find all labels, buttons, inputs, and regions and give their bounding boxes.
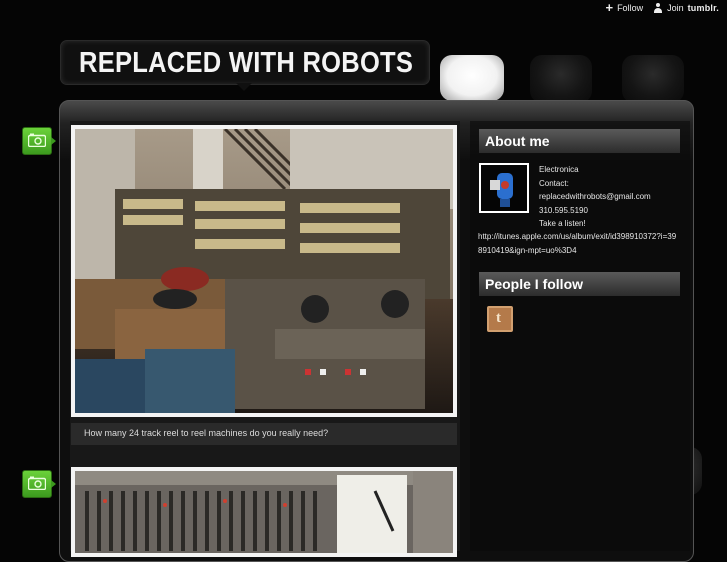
photo-post-badge[interactable] [22, 470, 56, 498]
camera-icon [28, 133, 46, 147]
follow-label: Follow [617, 3, 644, 13]
top-bar: + Follow Join tumblr. [605, 0, 719, 15]
post-photo[interactable] [71, 467, 457, 557]
itunes-link[interactable]: http://itunes.apple.com/us/album/exit/id… [478, 230, 678, 258]
blog-title-box[interactable]: REPLACED WITH ROBOTS [60, 40, 430, 85]
about-heading: About me [485, 133, 550, 149]
plus-icon: + [605, 0, 614, 15]
about-heading-bar: About me [479, 129, 680, 153]
post-caption: How many 24 track reel to reel machines … [84, 428, 329, 438]
about-contact-label: Contact: [539, 178, 569, 188]
join-label: Join [667, 3, 684, 13]
tape-machines-photo [75, 129, 453, 413]
post-photo[interactable] [71, 125, 457, 417]
bg-tile [440, 55, 504, 101]
photo-post-badge[interactable] [22, 127, 56, 155]
post-caption-bar: How many 24 track reel to reel machines … [71, 423, 457, 445]
following-heading-bar: People I follow [479, 272, 680, 296]
about-listen: Take a listen! [539, 219, 586, 228]
camera-icon [28, 476, 46, 490]
title-pointer [236, 83, 252, 91]
user-icon [653, 3, 663, 13]
about-email[interactable]: replacedwithrobots@gmail.com [539, 190, 651, 204]
bg-tile [622, 55, 684, 103]
tumblr-brand: tumblr. [687, 3, 719, 13]
followed-blog-tumblr-t-icon[interactable] [487, 306, 513, 332]
avatar-image [481, 165, 527, 211]
mixing-console-photo [75, 471, 453, 553]
about-text: Electronica Contact: replacedwithrobots@… [539, 163, 651, 231]
about-genre: Electronica [539, 165, 579, 174]
avatar[interactable] [479, 163, 529, 213]
following-heading: People I follow [485, 276, 584, 292]
blog-title[interactable]: REPLACED WITH ROBOTS [79, 47, 413, 80]
join-tumblr-link[interactable]: Join tumblr. [653, 3, 719, 13]
about-phone: 310.595.5190 [539, 205, 588, 215]
bg-tile [530, 55, 592, 103]
follow-button[interactable]: + Follow [605, 0, 644, 15]
